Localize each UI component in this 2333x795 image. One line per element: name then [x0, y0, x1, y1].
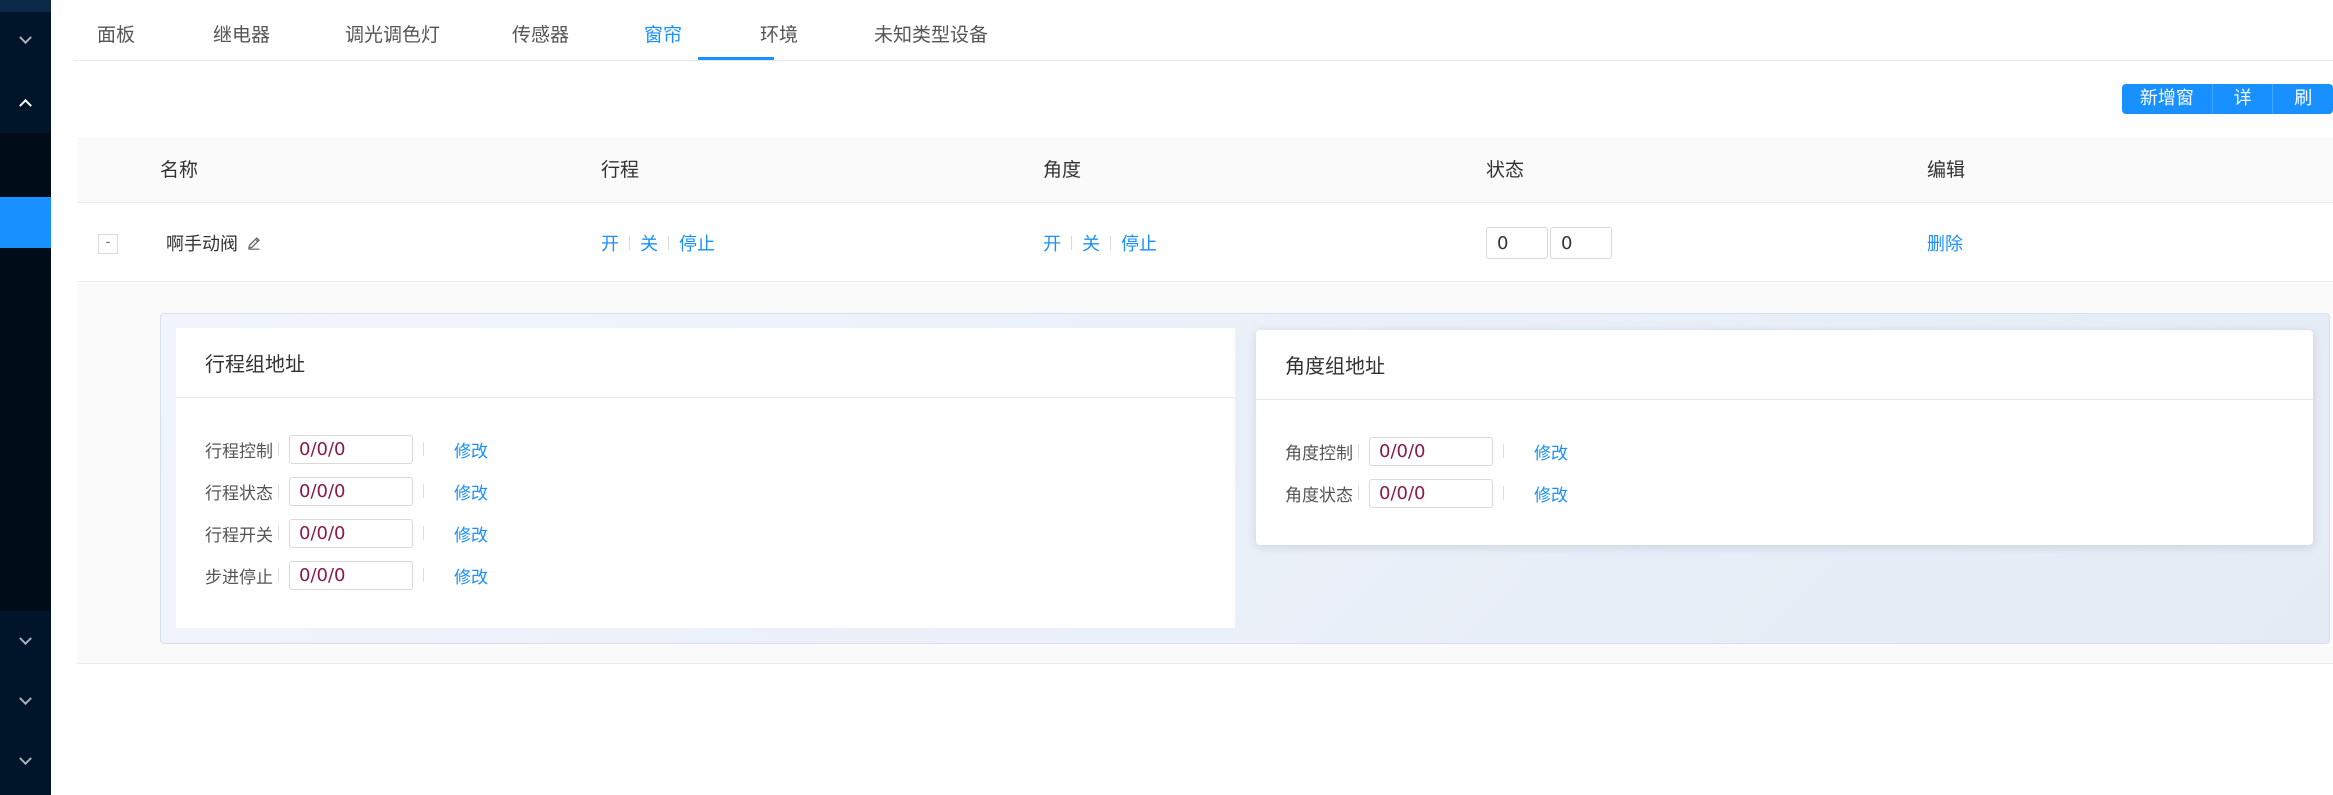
address-label: 行程控制 — [205, 441, 273, 462]
divider — [1503, 486, 1504, 500]
column-header-edit: 编辑 — [1927, 159, 1966, 181]
divider — [423, 526, 424, 540]
refresh-button[interactable]: 刷 新 — [2272, 84, 2333, 139]
step-stop-input[interactable] — [289, 560, 413, 590]
tab-sensor[interactable]: 传感器 — [512, 0, 569, 61]
status-travel-input[interactable] — [1486, 227, 1548, 259]
angle-status-modify-link[interactable]: 修改 — [1534, 481, 1568, 506]
travel-group-body: 行程控制 修改 行程状态 修改 行程开关 修改 步进停止 — [176, 398, 1235, 596]
angle-control-input[interactable] — [1369, 436, 1493, 466]
divider — [423, 568, 424, 582]
table-row: - 啊手动阀 开 关 停止 开 关 停止 0 0 删除 — [77, 204, 2333, 282]
travel-control-input[interactable] — [289, 434, 413, 464]
travel-switch-modify-link[interactable]: 修改 — [454, 521, 488, 546]
chevron-down-icon — [19, 631, 32, 645]
chevron-down-icon — [19, 691, 32, 705]
travel-group-card: 行程组地址 行程控制 修改 行程状态 修改 行程开关 修改 — [176, 328, 1235, 628]
tab-environment[interactable]: 环境 — [760, 0, 798, 61]
tab-panel[interactable]: 面板 — [97, 0, 135, 61]
travel-switch-input[interactable] — [289, 518, 413, 548]
name-cell: 啊手动阀 — [166, 204, 262, 282]
step-stop-row: 步进停止 修改 — [205, 554, 1235, 596]
angle-control-row: 角度控制 修改 — [1285, 430, 2313, 472]
device-type-tabs: 面板 继电器 调光调色灯 传感器 窗帘 环境 未知类型设备 — [74, 0, 2333, 61]
travel-status-modify-link[interactable]: 修改 — [454, 479, 488, 504]
travel-switch-row: 行程开关 修改 — [205, 512, 1235, 554]
sidebar-submenu-toggle-4[interactable] — [0, 671, 51, 731]
table-header: 名称 行程 角度 状态 编辑 — [77, 137, 2333, 203]
status-angle-input[interactable] — [1550, 227, 1612, 259]
travel-control-row: 行程控制 修改 — [205, 428, 1235, 470]
angle-open-link[interactable]: 开 — [1043, 230, 1061, 256]
detail-button[interactable]: 详 情 — [2211, 84, 2273, 139]
angle-group-title: 角度组地址 — [1256, 330, 2313, 400]
sidebar-item-active[interactable] — [0, 197, 51, 248]
add-curtain-button[interactable]: 新增窗帘 — [2122, 84, 2212, 139]
column-header-status: 状态 — [1486, 159, 1525, 181]
divider — [1358, 444, 1359, 458]
chevron-down-icon — [19, 30, 32, 44]
address-label: 角度状态 — [1285, 485, 1353, 506]
address-label: 行程开关 — [205, 525, 273, 546]
travel-open-link[interactable]: 开 — [601, 230, 619, 256]
divider — [278, 442, 279, 456]
travel-status-row: 行程状态 修改 — [205, 470, 1235, 512]
delete-link[interactable]: 删除 — [1927, 230, 1963, 256]
status-cell — [1486, 204, 1614, 282]
angle-status-row: 角度状态 修改 — [1285, 472, 2313, 514]
divider — [1503, 444, 1504, 458]
chevron-down-icon — [19, 751, 32, 765]
edit-cell: 删除 — [1927, 204, 1963, 282]
row-collapse-button[interactable]: - — [98, 234, 118, 254]
angle-control-modify-link[interactable]: 修改 — [1534, 439, 1568, 464]
angle-actions-cell: 开 关 停止 — [1043, 204, 1157, 282]
travel-actions-cell: 开 关 停止 — [601, 204, 715, 282]
tab-dimmer-light[interactable]: 调光调色灯 — [345, 0, 440, 61]
travel-control-modify-link[interactable]: 修改 — [454, 437, 488, 462]
travel-group-title: 行程组地址 — [176, 328, 1235, 398]
column-header-travel: 行程 — [601, 159, 640, 181]
angle-close-link[interactable]: 关 — [1082, 230, 1100, 256]
divider — [423, 442, 424, 456]
tab-unknown-device[interactable]: 未知类型设备 — [874, 0, 988, 61]
address-label: 角度控制 — [1285, 443, 1353, 464]
divider — [423, 484, 424, 498]
travel-stop-link[interactable]: 停止 — [679, 230, 715, 256]
divider — [629, 236, 630, 250]
sidebar-submenu-toggle-5[interactable] — [0, 731, 51, 791]
angle-group-card: 角度组地址 角度控制 修改 角度状态 修改 — [1256, 330, 2313, 545]
divider — [1110, 236, 1111, 250]
travel-status-input[interactable] — [289, 476, 413, 506]
address-label: 行程状态 — [205, 483, 273, 504]
active-tab-indicator — [698, 57, 774, 60]
toolbar-button-group: 新增窗帘 详 情 刷 新 — [2122, 84, 2333, 139]
content-gutter — [51, 0, 74, 795]
sidebar-submenu-toggle-2[interactable] — [0, 72, 51, 132]
divider — [278, 526, 279, 540]
column-header-angle: 角度 — [1043, 159, 1082, 181]
divider — [1071, 236, 1072, 250]
sidebar — [0, 0, 51, 795]
step-stop-modify-link[interactable]: 修改 — [454, 563, 488, 588]
angle-stop-link[interactable]: 停止 — [1121, 230, 1157, 256]
divider — [278, 568, 279, 582]
address-label: 步进停止 — [205, 567, 273, 588]
device-name: 啊手动阀 — [166, 234, 238, 255]
angle-status-input[interactable] — [1369, 478, 1493, 508]
angle-group-body: 角度控制 修改 角度状态 修改 — [1256, 400, 2313, 514]
chevron-up-icon — [19, 98, 32, 112]
sidebar-submenu-toggle-1[interactable] — [0, 10, 51, 70]
divider — [278, 484, 279, 498]
sidebar-submenu-toggle-3[interactable] — [0, 611, 51, 671]
travel-close-link[interactable]: 关 — [640, 230, 658, 256]
pencil-icon[interactable] — [246, 235, 262, 251]
column-header-name: 名称 — [160, 159, 199, 181]
divider — [1358, 486, 1359, 500]
tab-relay[interactable]: 继电器 — [213, 0, 270, 61]
divider — [668, 236, 669, 250]
tab-curtain[interactable]: 窗帘 — [644, 0, 682, 61]
